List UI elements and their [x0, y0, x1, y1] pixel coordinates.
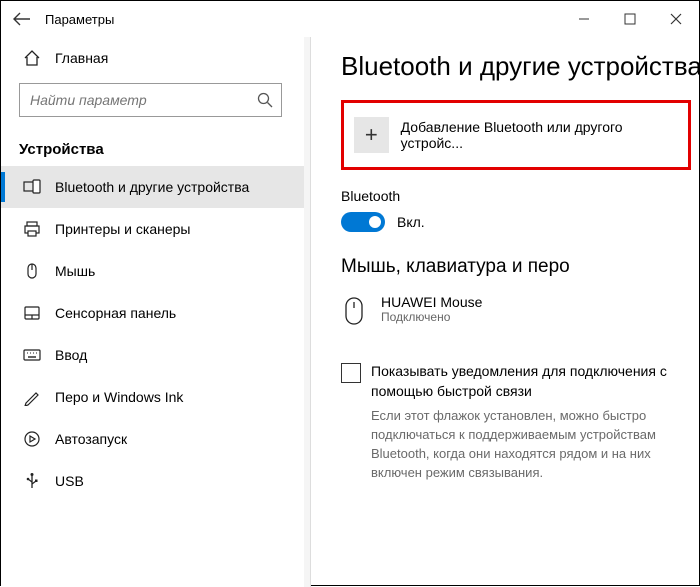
sidebar-item-label: Принтеры и сканеры: [55, 221, 190, 237]
sidebar-item-autoplay[interactable]: Автозапуск: [1, 418, 310, 460]
section-title: Устройства: [1, 127, 310, 166]
search-icon: [257, 92, 273, 108]
swift-pair-checkbox[interactable]: [341, 363, 361, 383]
sidebar-item-label: Ввод: [55, 347, 87, 363]
section-mouse-keyboard: Мышь, клавиатура и перо: [341, 256, 699, 278]
swift-pair-label: Показывать уведомления для подключения с…: [371, 362, 683, 401]
usb-icon: [23, 472, 41, 490]
sidebar-item-pen[interactable]: Перо и Windows Ink: [1, 376, 310, 418]
sidebar: Главная Устройства Bluetooth и другие ус…: [1, 37, 311, 587]
keyboard-icon: [23, 346, 41, 364]
titlebar: Параметры: [1, 1, 699, 37]
back-button[interactable]: [13, 12, 31, 26]
home-label: Главная: [55, 50, 108, 66]
sidebar-item-bluetooth[interactable]: Bluetooth и другие устройства: [1, 166, 310, 208]
add-device-label: Добавление Bluetooth или другого устройс…: [401, 119, 678, 151]
bluetooth-label: Bluetooth: [341, 188, 699, 204]
plus-icon: +: [354, 117, 389, 153]
sidebar-item-label: Bluetooth и другие устройства: [55, 179, 249, 195]
main-content: Bluetooth и другие устройства + Добавлен…: [311, 37, 699, 587]
bluetooth-toggle[interactable]: [341, 212, 385, 232]
search-input[interactable]: [19, 83, 282, 117]
mouse-icon: [23, 262, 41, 280]
sidebar-item-label: USB: [55, 473, 84, 489]
close-button[interactable]: [653, 3, 699, 35]
sidebar-item-label: Мышь: [55, 263, 95, 279]
device-item[interactable]: HUAWEI Mouse Подключено: [341, 288, 699, 332]
autoplay-icon: [23, 430, 41, 448]
sidebar-item-usb[interactable]: USB: [1, 460, 310, 502]
minimize-button[interactable]: [561, 3, 607, 35]
device-name: HUAWEI Mouse: [381, 294, 482, 310]
sidebar-item-typing[interactable]: Ввод: [1, 334, 310, 376]
sidebar-item-mouse[interactable]: Мышь: [1, 250, 310, 292]
home-link[interactable]: Главная: [1, 37, 310, 77]
sidebar-item-label: Сенсорная панель: [55, 305, 176, 321]
printer-icon: [23, 220, 41, 238]
maximize-button[interactable]: [607, 3, 653, 35]
sidebar-item-label: Перо и Windows Ink: [55, 389, 183, 405]
device-status: Подключено: [381, 310, 482, 324]
home-icon: [23, 49, 41, 67]
sidebar-item-label: Автозапуск: [55, 431, 127, 447]
page-title: Bluetooth и другие устройства: [341, 51, 699, 82]
sidebar-item-printers[interactable]: Принтеры и сканеры: [1, 208, 310, 250]
add-device-button[interactable]: + Добавление Bluetooth или другого устро…: [341, 100, 691, 170]
bluetooth-state: Вкл.: [397, 214, 425, 230]
devices-icon: [23, 178, 41, 196]
touchpad-icon: [23, 304, 41, 322]
swift-pair-description: Если этот флажок установлен, можно быстр…: [371, 407, 683, 482]
search-field[interactable]: [30, 92, 257, 108]
sidebar-item-touchpad[interactable]: Сенсорная панель: [1, 292, 310, 334]
mouse-icon: [341, 294, 367, 326]
pen-icon: [23, 388, 41, 406]
window-title: Параметры: [45, 12, 114, 27]
